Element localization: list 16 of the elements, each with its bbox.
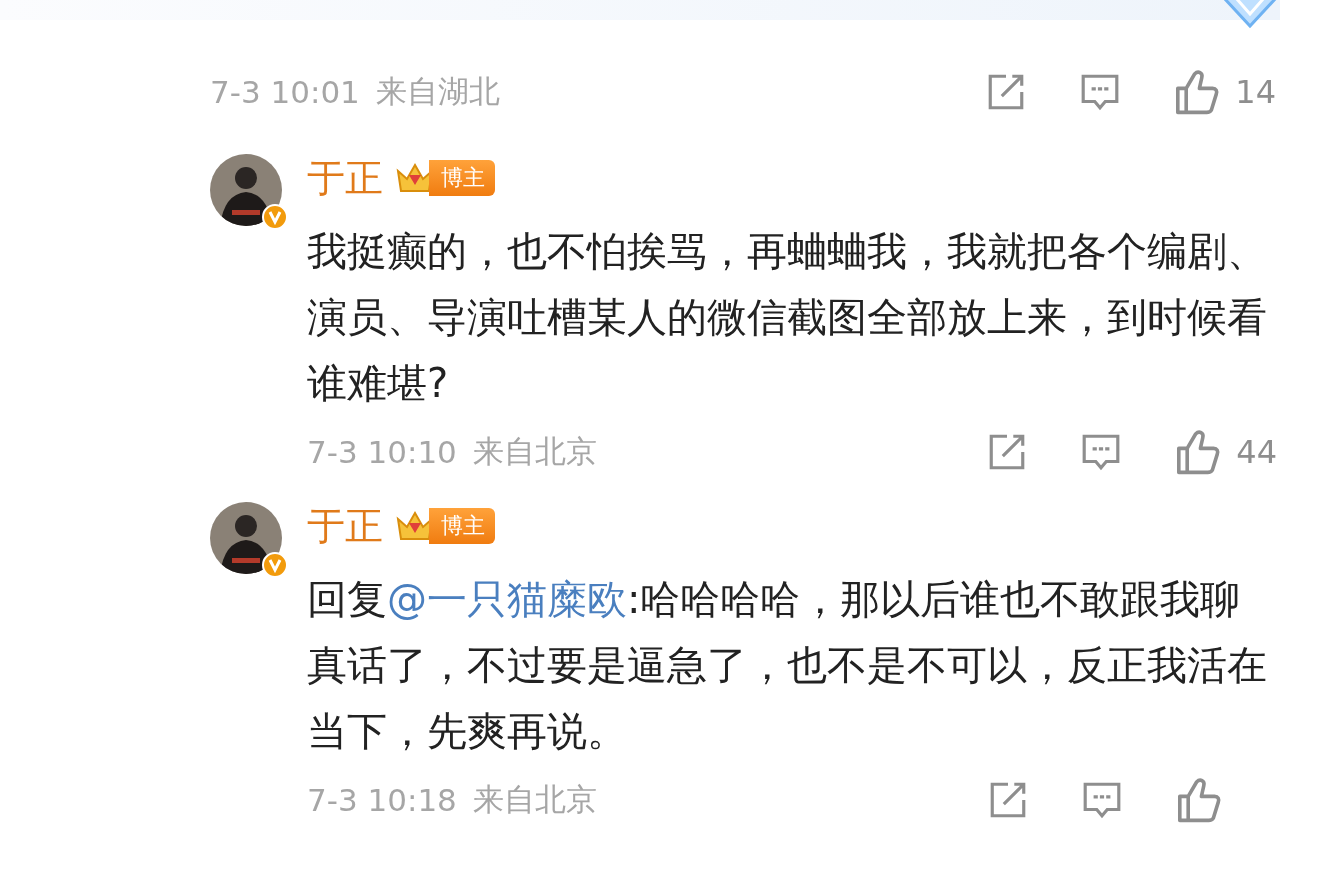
user-name[interactable]: 于正 (307, 500, 383, 552)
like-count: 14 (1235, 73, 1276, 111)
blogger-badge: 博主 (429, 160, 495, 196)
user-name[interactable]: 于正 (307, 152, 383, 204)
comment-location: 来自北京 (472, 432, 597, 471)
comment-text: 回复@一只猫糜欧:哈哈哈哈，那以后谁也不敢跟我聊真话了，不过要是逼急了，也不是不可以，反正我活在当下，先爽再说。 (307, 575, 1267, 756)
comment-location: 来自北京 (472, 780, 597, 819)
like-count: 44 (1236, 433, 1277, 471)
comment-text: 我挺癫的，也不怕挨骂，再蛐蛐我，我就把各个编剧、演员、导演吐槽某人的微信截图全部放上来，到时候看谁难堪? (307, 227, 1267, 408)
blogger-badge: 博主 (429, 508, 495, 544)
comment-time: 7-3 10:18 (307, 782, 457, 818)
thumbs-up-icon[interactable] (1175, 776, 1223, 824)
comment-time: 7-3 10:01 (210, 74, 360, 110)
comment-time: 7-3 10:10 (307, 434, 457, 470)
comment-location: 来自湖北 (375, 72, 500, 111)
mention-link[interactable]: @一只猫糜欧 (387, 576, 627, 622)
